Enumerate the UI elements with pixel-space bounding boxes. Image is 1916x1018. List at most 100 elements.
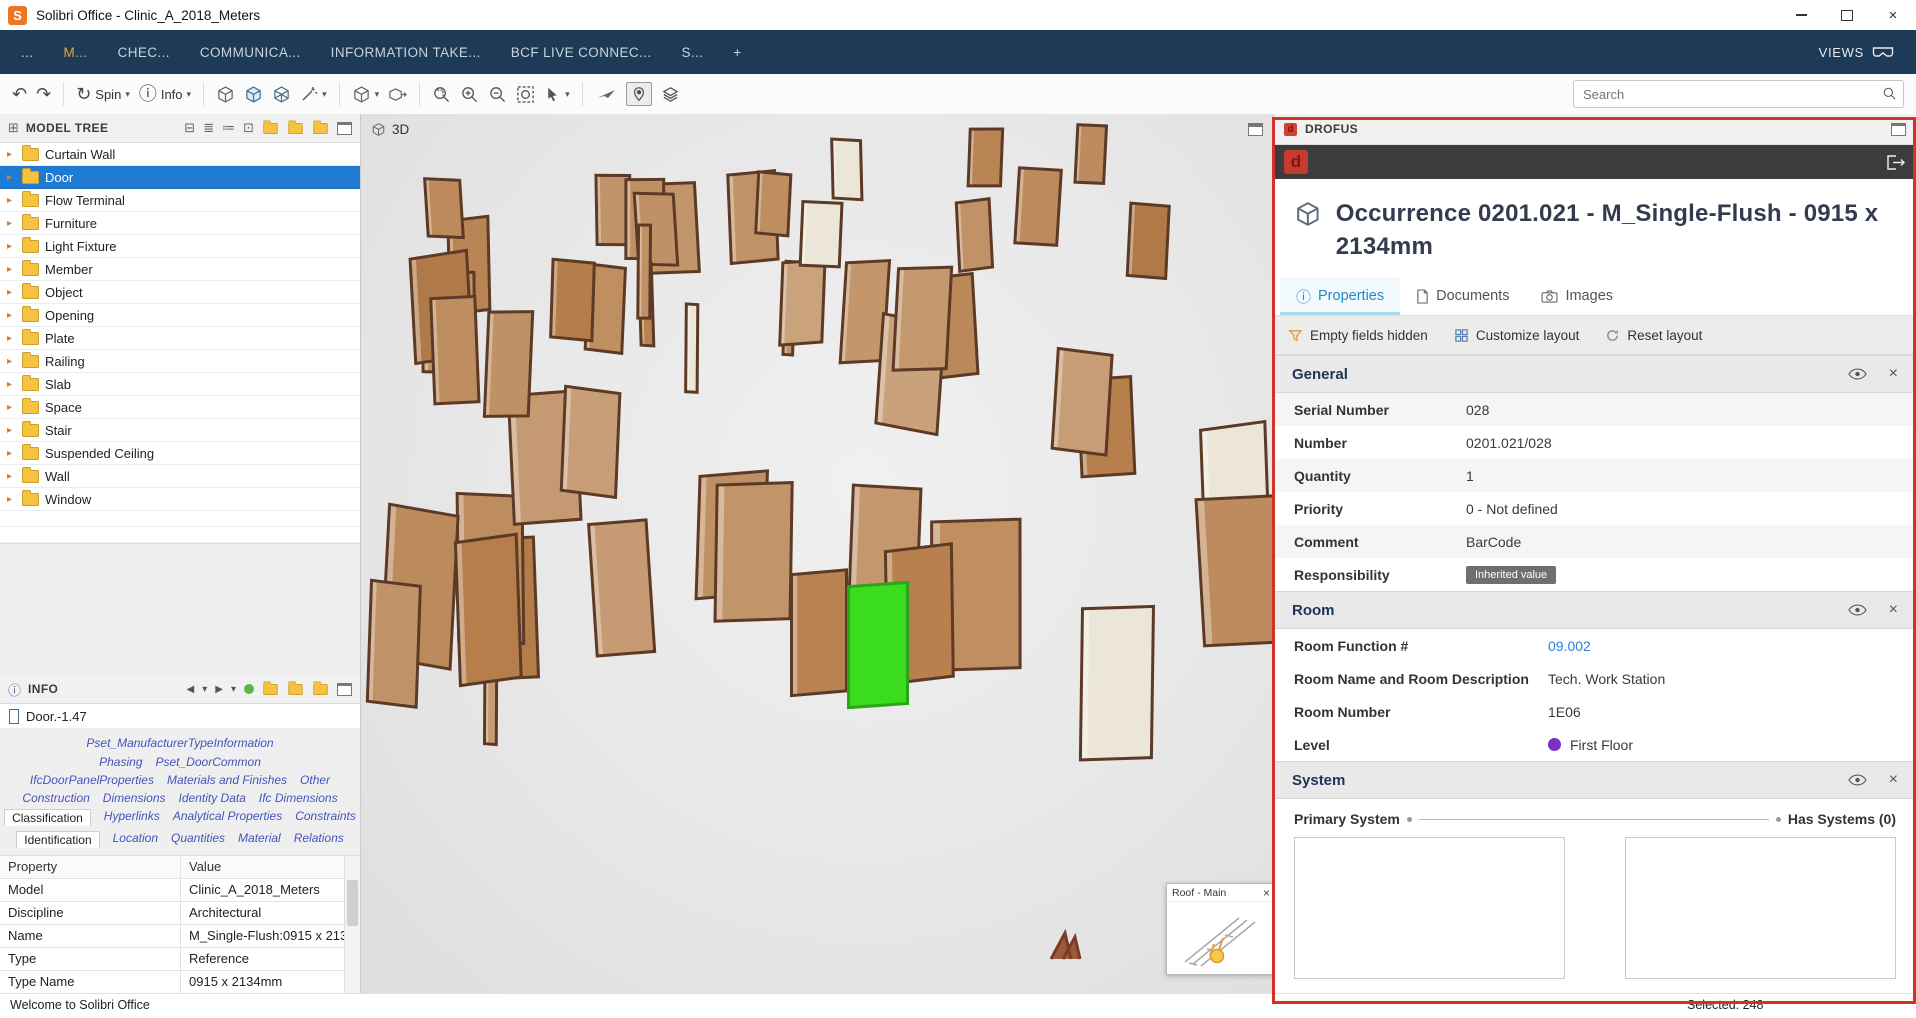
redo-button[interactable]: ↷ [36, 85, 51, 103]
expand-arrow-icon[interactable]: ▸ [7, 149, 16, 160]
close-section-icon[interactable]: × [1889, 771, 1898, 789]
menu-tab-overflow[interactable]: ... [6, 45, 48, 60]
empty-fields-hidden-toggle[interactable]: Empty fields hidden [1288, 328, 1428, 343]
expand-arrow-icon[interactable]: ▸ [7, 310, 16, 321]
section-plane-button[interactable] [595, 85, 617, 103]
tree-item-flow-terminal[interactable]: ▸Flow Terminal [0, 189, 360, 212]
pointer-mode-button[interactable]: ▾ [544, 86, 570, 103]
expand-arrow-icon[interactable]: ▸ [7, 471, 16, 482]
sort-icon[interactable]: ⊟ [184, 120, 195, 136]
info-tab[interactable]: Material [238, 831, 281, 848]
tree-item-furniture[interactable]: ▸Furniture [0, 212, 360, 235]
table-row[interactable]: TypeReference [0, 948, 360, 971]
menu-tab-checking[interactable]: CHEC... [103, 45, 185, 60]
info-tab[interactable]: Materials and Finishes [167, 773, 287, 787]
expand-arrow-icon[interactable]: ▸ [7, 264, 16, 275]
folder-check-icon[interactable] [288, 683, 302, 694]
expand-arrow-icon[interactable]: ▸ [7, 356, 16, 367]
link-selection-icon[interactable] [244, 684, 254, 694]
viewport-3d[interactable]: 3D Roof - Main × [361, 114, 1273, 994]
eye-icon[interactable] [1848, 368, 1867, 380]
menu-tab-model[interactable]: M... [48, 45, 102, 60]
info-tab[interactable]: Ifc Dimensions [259, 791, 338, 805]
zoom-in-button[interactable] [460, 85, 479, 104]
expand-arrow-icon[interactable]: ▸ [7, 218, 16, 229]
room-function-link[interactable]: 09.002 [1548, 638, 1591, 654]
tab-documents[interactable]: Documents [1400, 277, 1525, 315]
scrollbar-thumb[interactable] [347, 880, 358, 926]
info-tab[interactable]: Location [113, 831, 158, 848]
close-section-icon[interactable]: × [1889, 365, 1898, 383]
folder-tool-icon[interactable] [263, 122, 277, 133]
info-tab[interactable]: Relations [294, 831, 344, 848]
tree-item-member[interactable]: ▸Member [0, 258, 360, 281]
spin-button[interactable]: ↻ Spin ▾ [76, 85, 130, 103]
prev-icon[interactable]: ◀ [187, 684, 195, 695]
tree-item-light-fixture[interactable]: ▸Light Fixture [0, 235, 360, 258]
folder-check-icon[interactable] [288, 122, 302, 133]
menu-tab-information-takeoff[interactable]: INFORMATION TAKE... [316, 45, 496, 60]
expand-all-icon[interactable]: ≣ [203, 120, 214, 136]
zoom-fit-button[interactable] [516, 85, 535, 104]
info-tab[interactable]: Dimensions [103, 791, 166, 805]
look-at-button[interactable] [388, 85, 407, 104]
close-icon[interactable]: × [1263, 886, 1270, 900]
minimize-button[interactable] [1778, 0, 1824, 30]
folder-add-icon[interactable] [313, 122, 327, 133]
tree-item-stair[interactable]: ▸Stair [0, 419, 360, 442]
tree-item-opening[interactable]: ▸Opening [0, 304, 360, 327]
folder-add-icon[interactable] [313, 683, 327, 694]
zoom-out-button[interactable] [488, 85, 507, 104]
tab-properties[interactable]: ⓘ Properties [1280, 277, 1400, 315]
expand-arrow-icon[interactable]: ▸ [7, 172, 16, 183]
chevron-down-icon[interactable]: ▾ [202, 684, 207, 695]
expand-arrow-icon[interactable]: ▸ [7, 241, 16, 252]
panel-menu-icon[interactable] [1891, 123, 1906, 136]
info-button[interactable]: ⓘ Info ▾ [139, 85, 191, 103]
maximize-button[interactable] [1824, 0, 1870, 30]
menu-tab-s[interactable]: S... [667, 45, 719, 60]
expand-arrow-icon[interactable]: ▸ [7, 333, 16, 344]
view-preset-button[interactable]: ▾ [352, 85, 380, 104]
menu-tab-communication[interactable]: COMMUNICA... [185, 45, 316, 60]
reset-layout-button[interactable]: Reset layout [1605, 328, 1702, 343]
info-tab[interactable]: Analytical Properties [173, 809, 282, 826]
chevron-down-icon[interactable]: ▾ [231, 684, 236, 695]
next-icon[interactable]: ▶ [215, 684, 223, 695]
table-row[interactable]: DisciplineArchitectural [0, 902, 360, 925]
table-row[interactable]: Type Name0915 x 2134mm [0, 971, 360, 994]
tree-item-object[interactable]: ▸Object [0, 281, 360, 304]
has-systems-box[interactable] [1625, 837, 1896, 979]
customize-layout-button[interactable]: Customize layout [1454, 328, 1580, 343]
tree-item-suspended-ceiling[interactable]: ▸Suspended Ceiling [0, 442, 360, 465]
panel-menu-icon[interactable] [337, 683, 352, 696]
info-tab[interactable]: Pset_DoorCommon [156, 755, 261, 769]
info-tab[interactable]: IfcDoorPanelProperties [30, 773, 154, 787]
scrollbar[interactable] [344, 856, 360, 994]
tree-item-window[interactable]: ▸Window [0, 488, 360, 511]
expand-arrow-icon[interactable]: ▸ [7, 379, 16, 390]
views-button[interactable]: VIEWS [1819, 45, 1910, 60]
info-tab[interactable]: Other [300, 773, 330, 787]
info-tab[interactable]: Construction [22, 791, 89, 805]
highlight-mode-button[interactable] [244, 85, 263, 104]
expand-arrow-icon[interactable]: ▸ [7, 425, 16, 436]
cube-mode-button[interactable] [216, 85, 235, 104]
close-button[interactable]: × [1870, 0, 1916, 30]
tab-images[interactable]: Images [1525, 277, 1629, 315]
table-row[interactable]: ModelClinic_A_2018_Meters [0, 879, 360, 902]
info-tab[interactable]: Constraints [295, 809, 356, 826]
expand-arrow-icon[interactable]: ▸ [7, 402, 16, 413]
menu-tab-bcf-live-connector[interactable]: BCF LIVE CONNEC... [496, 45, 667, 60]
info-tab[interactable]: Phasing [99, 755, 142, 769]
roof-main-popup[interactable]: Roof - Main × [1166, 883, 1273, 975]
info-tab-classification[interactable]: Classification [4, 809, 91, 826]
tree-item-wall[interactable]: ▸Wall [0, 465, 360, 488]
info-tab[interactable]: Pset_ManufacturerTypeInformation [86, 736, 273, 750]
eye-icon[interactable] [1848, 604, 1867, 616]
collapse-all-icon[interactable]: ≔ [222, 120, 235, 136]
magic-select-button[interactable]: ▾ [300, 85, 327, 103]
viewport-panel-icon[interactable] [1248, 123, 1263, 136]
expand-arrow-icon[interactable]: ▸ [7, 195, 16, 206]
expand-arrow-icon[interactable]: ▸ [7, 287, 16, 298]
